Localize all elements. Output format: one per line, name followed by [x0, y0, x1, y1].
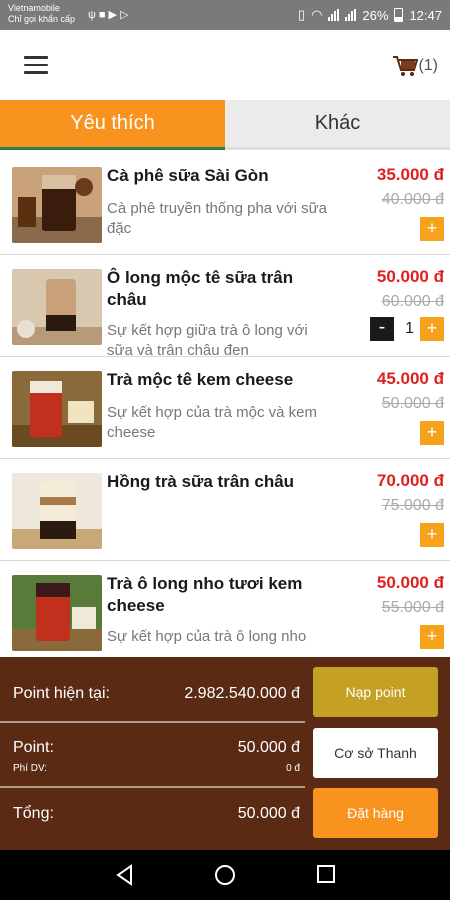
usb-icon: ψ: [88, 9, 99, 21]
point-label: Point:: [13, 739, 54, 756]
cart-icon: [392, 54, 419, 78]
add-button[interactable]: +: [420, 625, 444, 649]
product-price: 50.000 đ: [376, 573, 444, 592]
clock: 12:47: [409, 7, 442, 23]
product-description: Sự kết hợp giữa trà ô long với sữa và tr…: [107, 322, 308, 359]
home-icon[interactable]: [214, 864, 236, 886]
system-status: ▯ ◠ 26% 12:47: [298, 7, 442, 23]
carrier-status: Chỉ gọi khẩn cấp: [8, 14, 76, 24]
add-button[interactable]: +: [420, 217, 444, 241]
youtube-icon: ▶: [108, 9, 120, 21]
battery-icon: [394, 8, 404, 22]
vibrate-icon: ▯: [297, 7, 306, 22]
notification-icons: ψ■▶▷: [88, 8, 131, 21]
order-summary-panel: Point hiện tại: 2.982.540.000 đ Point: 5…: [0, 657, 450, 850]
product-image: [12, 269, 102, 345]
menu-icon[interactable]: [24, 56, 48, 74]
product-image: [12, 167, 102, 243]
order-button[interactable]: Đặt hàng: [313, 788, 438, 838]
product-name: Cà phê sữa Sài Gòn: [107, 166, 269, 185]
product-description: Sự kết hợp của trà mộc và kem cheese: [107, 404, 317, 441]
branch-button[interactable]: Cơ sở Thanh: [313, 728, 438, 778]
tab-other[interactable]: Khác: [225, 100, 450, 150]
product-list[interactable]: Cà phê sữa Sài Gòn Cà phê truyền thống p…: [0, 153, 450, 657]
total-label: Tổng:: [13, 805, 54, 822]
product-name: Trà mộc tê kem cheese: [107, 370, 294, 389]
battery-percent: 26%: [362, 7, 389, 23]
product-image: [12, 575, 102, 651]
divider: [0, 721, 305, 723]
product-price: 45.000 đ: [376, 369, 444, 388]
service-fee-value: 0 đ: [286, 763, 300, 774]
service-fee-label: Phí DV:: [13, 763, 48, 774]
point-value: 50.000 đ: [237, 739, 300, 756]
carrier-name: Vietnamobile: [8, 3, 60, 13]
cart-count: (1): [418, 57, 438, 74]
facebook-icon: ■: [98, 9, 109, 21]
product-price: 70.000 đ: [376, 471, 444, 490]
product-old-price: 55.000 đ: [381, 599, 444, 616]
product-name: Hồng trà sữa trân châu: [107, 472, 295, 491]
recents-icon[interactable]: [316, 864, 336, 884]
store-icon: ▷: [119, 9, 132, 21]
product-price: 50.000 đ: [376, 267, 444, 286]
product-item[interactable]: Ô long mộc tê sữa trân châu Sự kết hợp g…: [0, 255, 450, 359]
status-bar: Vietnamobile Chỉ gọi khẩn cấp ψ■▶▷ ▯ ◠ 2…: [0, 0, 450, 30]
point-current-label: Point hiện tại:: [13, 685, 110, 702]
add-button[interactable]: +: [420, 421, 444, 445]
product-price: 35.000 đ: [376, 165, 444, 184]
product-description: Cà phê truyền thống pha với sữa đặc: [107, 200, 328, 237]
product-name: Trà ô long nho tươi kem cheese: [107, 574, 303, 615]
product-name: Ô long mộc tê sữa trân châu: [107, 268, 294, 309]
product-item[interactable]: Trà mộc tê kem cheese Sự kết hợp của trà…: [0, 357, 450, 459]
add-button[interactable]: +: [420, 317, 444, 341]
signal-icon-2: [345, 9, 357, 21]
product-old-price: 40.000 đ: [381, 191, 444, 208]
product-old-price: 75.000 đ: [381, 497, 444, 514]
app-bar: (1): [0, 30, 450, 100]
product-item[interactable]: Cà phê sữa Sài Gòn Cà phê truyền thống p…: [0, 153, 450, 255]
total-value: 50.000 đ: [237, 805, 300, 822]
product-item[interactable]: Hồng trà sữa trân châu 70.000 đ 75.000 đ…: [0, 459, 450, 561]
quantity-value: 1: [405, 320, 414, 337]
divider: [0, 786, 305, 788]
product-item[interactable]: Trà ô long nho tươi kem cheese Sự kết hợ…: [0, 561, 450, 657]
wifi-icon: ◠: [311, 7, 323, 22]
navigation-bar: [0, 850, 450, 900]
product-old-price: 50.000 đ: [381, 395, 444, 412]
back-icon[interactable]: [114, 864, 136, 886]
cart-button[interactable]: (1): [392, 54, 438, 78]
product-image: [12, 371, 102, 447]
category-tabs: Yêu thích Khác: [0, 100, 450, 150]
point-current-value: 2.982.540.000 đ: [184, 685, 300, 702]
decrease-button[interactable]: -: [370, 317, 394, 341]
add-button[interactable]: +: [420, 523, 444, 547]
topup-button[interactable]: Nạp point: [313, 667, 438, 717]
product-description: Sự kết hợp của trà ô long nho: [107, 628, 307, 645]
carrier-info: Vietnamobile Chỉ gọi khẩn cấp: [8, 3, 75, 25]
signal-icon: [328, 9, 340, 21]
tab-favorites[interactable]: Yêu thích: [0, 100, 225, 150]
product-old-price: 60.000 đ: [381, 293, 444, 310]
product-image: [12, 473, 102, 549]
